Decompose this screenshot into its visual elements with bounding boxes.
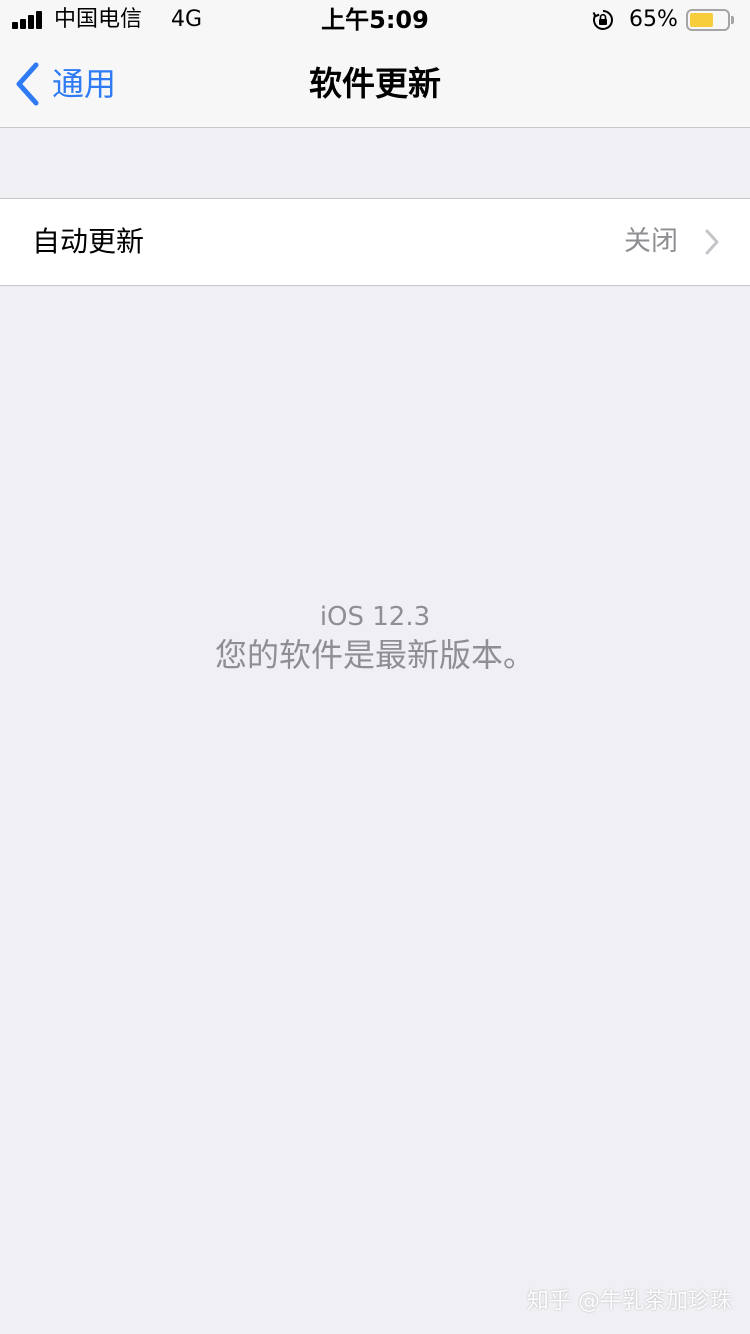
watermark: 知乎 @牛乳茶加珍珠 [527,1289,732,1314]
up-to-date-message: 您的软件是最新版本。 [214,636,535,674]
battery-icon [686,9,736,31]
settings-group: 自动更新 关闭 [0,198,750,286]
auto-update-label: 自动更新 [32,225,145,258]
orientation-lock-icon [592,10,613,30]
page-title: 软件更新 [309,64,441,103]
status-bar: 中国电信 4G 上午5:09 65% [0,0,750,40]
update-status: iOS 12.3 您的软件是最新版本。 [0,600,750,676]
top-bar: 中国电信 4G 上午5:09 65% 通用 软件更新 [0,0,750,128]
auto-update-value: 关闭 [624,226,678,257]
ios-version: iOS 12.3 [319,602,431,632]
auto-update-cell[interactable]: 自动更新 关闭 [0,199,750,285]
chevron-right-icon [705,229,719,255]
navigation-bar: 通用 软件更新 [0,40,750,128]
battery-percentage: 65% [629,7,678,32]
